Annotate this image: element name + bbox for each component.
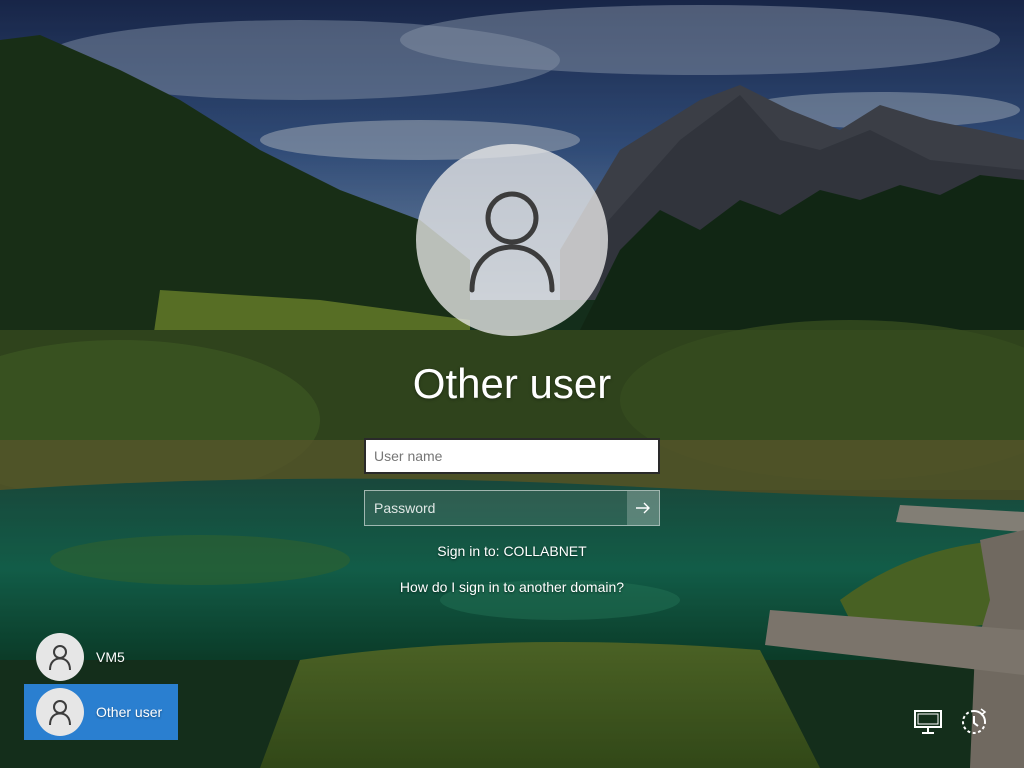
other-domain-link[interactable]: How do I sign in to another domain? bbox=[312, 579, 712, 595]
user-avatar-large bbox=[416, 144, 608, 336]
lock-screen: Other user Sign in to: COLLABNET How do … bbox=[0, 0, 1024, 768]
ease-of-access-button[interactable] bbox=[956, 704, 992, 740]
password-field bbox=[364, 490, 660, 526]
user-tile-label: Other user bbox=[96, 704, 163, 720]
arrow-right-icon bbox=[636, 502, 650, 514]
username-input[interactable] bbox=[364, 438, 660, 474]
user-tile-vm5[interactable]: VM5 bbox=[24, 629, 178, 685]
ease-of-access-icon bbox=[962, 708, 987, 734]
avatar bbox=[36, 633, 84, 681]
user-tile-other-user[interactable]: Other user bbox=[24, 684, 178, 740]
avatar bbox=[36, 688, 84, 736]
selected-user-name: Other user bbox=[412, 360, 612, 407]
submit-button[interactable] bbox=[627, 491, 659, 525]
network-button[interactable] bbox=[910, 704, 946, 740]
user-icon bbox=[49, 700, 71, 726]
user-icon bbox=[49, 645, 71, 671]
signin-domain-text: Sign in to: COLLABNET bbox=[437, 543, 587, 559]
user-icon bbox=[469, 191, 555, 293]
network-icon bbox=[914, 710, 942, 734]
user-tile-label: VM5 bbox=[96, 649, 125, 665]
password-input[interactable] bbox=[365, 491, 627, 525]
